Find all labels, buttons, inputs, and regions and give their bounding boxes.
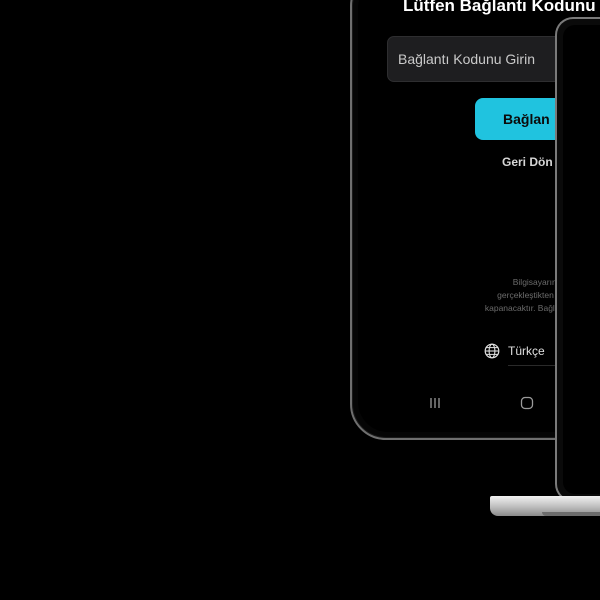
back-link[interactable]: Geri Dön	[502, 155, 553, 169]
laptop-hinge-groove	[542, 512, 600, 516]
stage: Lütfen Bağlantı Kodunu Bağlan Geri Dön B…	[0, 0, 600, 600]
recents-nav-icon[interactable]	[428, 396, 442, 410]
laptop-screen	[563, 25, 600, 494]
laptop-base	[490, 496, 600, 516]
language-selector[interactable]: Türkçe ▾	[484, 340, 562, 362]
page-title: Lütfen Bağlantı Kodunu	[403, 0, 596, 15]
home-nav-icon[interactable]	[520, 396, 534, 410]
globe-icon	[484, 343, 500, 359]
laptop-lid	[555, 17, 600, 502]
language-label: Türkçe	[508, 344, 545, 358]
